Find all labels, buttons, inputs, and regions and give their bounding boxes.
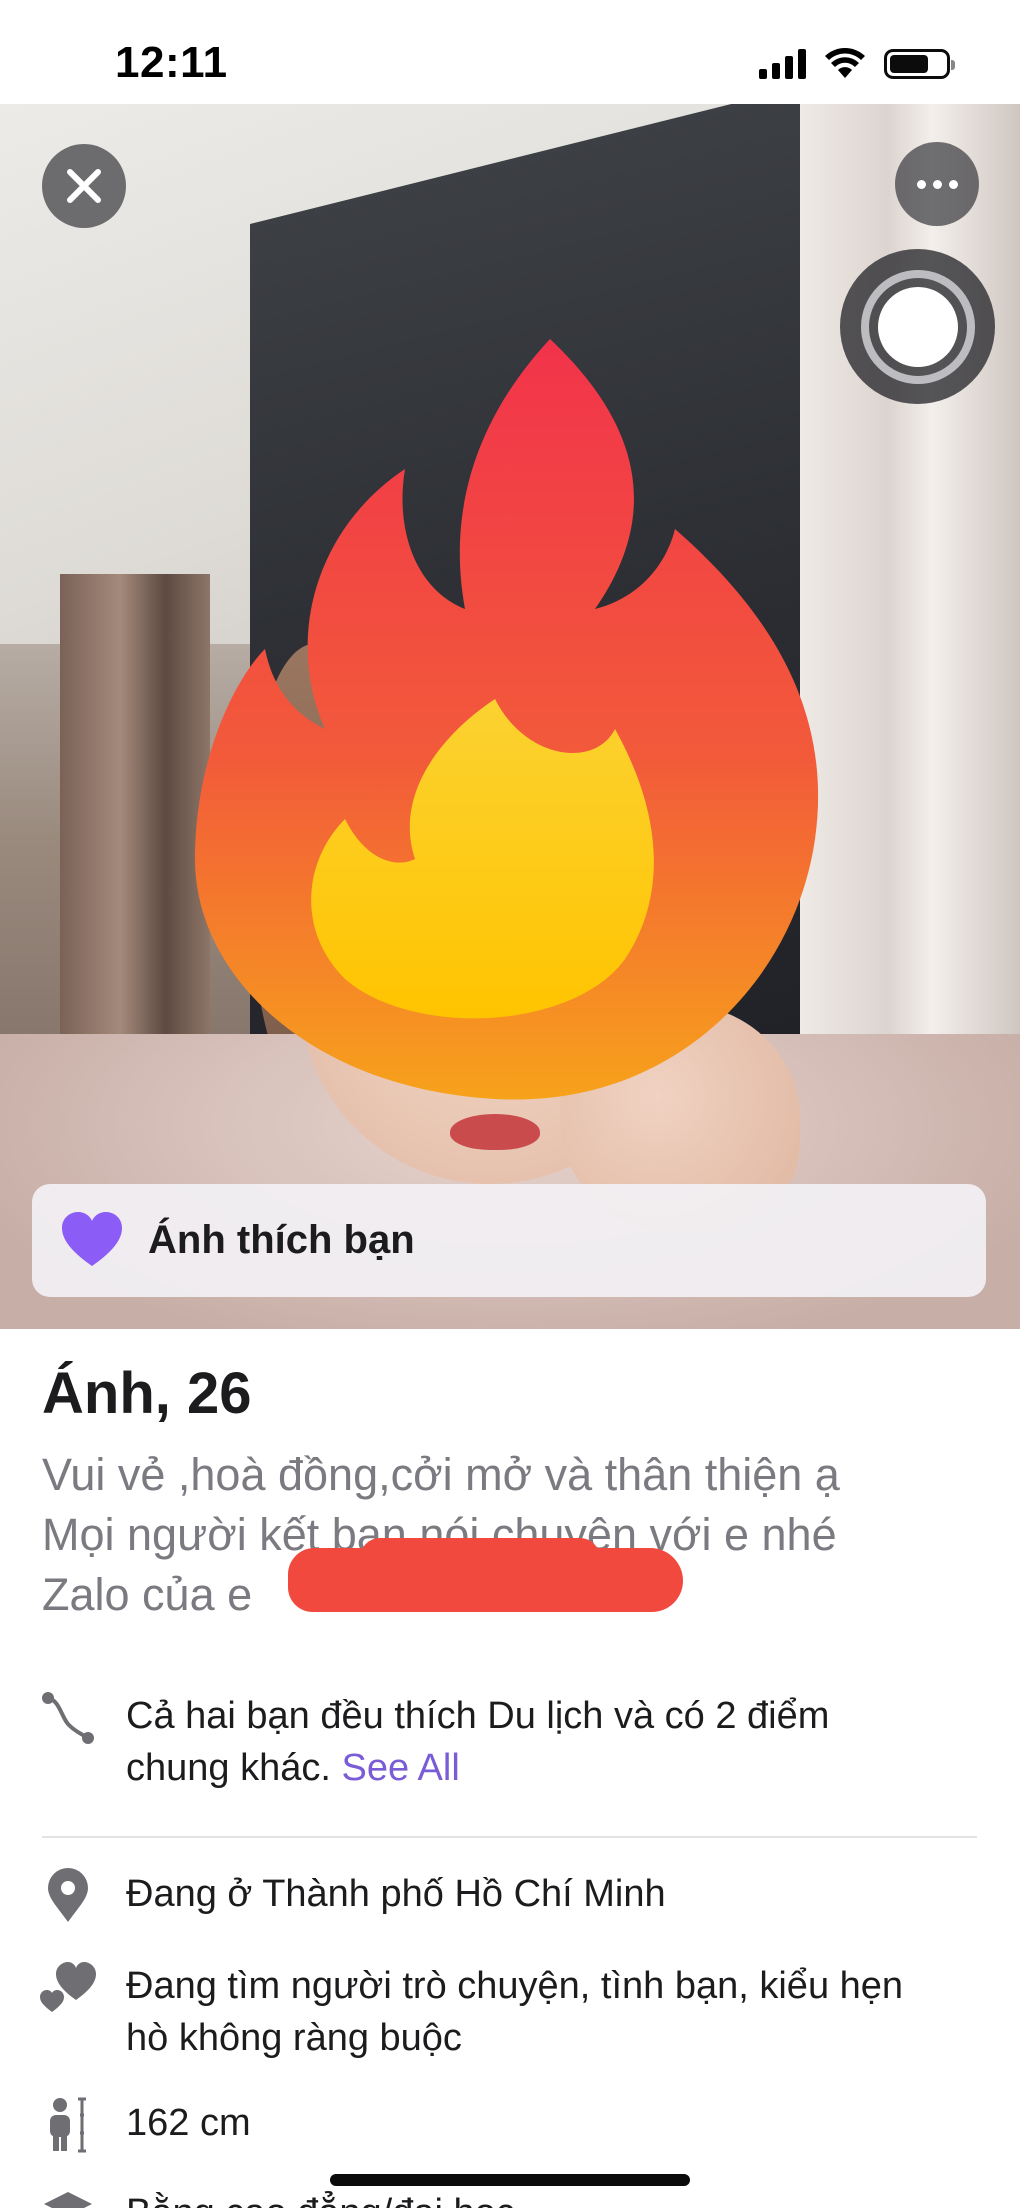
common-interests-text: Cả hai bạn đều thích Du lịch và có 2 điể…: [126, 1690, 986, 1794]
redaction-mark: [360, 1538, 600, 1578]
wifi-icon: [825, 48, 865, 78]
status-icons: [759, 48, 955, 80]
status-bar: 12:11: [0, 0, 1020, 104]
record-button[interactable]: [840, 249, 995, 404]
more-options-icon-dot: [948, 179, 958, 189]
looking-for-line: hò không ràng buộc: [126, 2017, 462, 2059]
profile-name-age: Ánh, 26: [42, 1361, 252, 1426]
profile-photo[interactable]: Ánh thích bạn: [0, 104, 1020, 1329]
height-icon: [50, 2097, 86, 2153]
looking-for-line: Đang tìm người trò chuyện, tình bạn, kiể…: [126, 1965, 904, 2007]
record-button-icon: [860, 269, 975, 384]
section-divider: [42, 1836, 977, 1838]
bio-line: Vui vẻ ,hoà đồng,cởi mở và thân thiện ạ: [42, 1449, 840, 1500]
battery-icon: [884, 49, 955, 79]
battery-level: [890, 55, 928, 73]
photo-lips: [450, 1114, 540, 1150]
more-options-button[interactable]: [895, 142, 979, 226]
like-banner-text: Ánh thích bạn: [148, 1218, 415, 1262]
fire-emoji-icon: [195, 339, 819, 1100]
location-text: Đang ở Thành phố Hồ Chí Minh: [126, 1873, 666, 1915]
cellular-signal-icon: [759, 49, 806, 79]
education-icon: [44, 2192, 92, 2208]
common-interests-line: Cả hai bạn đều thích Du lịch và có 2 điể…: [126, 1695, 830, 1737]
education-text: Bằng cao đẳng/đại học: [126, 2192, 515, 2208]
more-options-icon-dot: [916, 179, 926, 189]
common-interests-line: chung khác.: [126, 1747, 331, 1789]
home-indicator[interactable]: [330, 2174, 690, 2186]
hearts-icon: [40, 1962, 96, 2012]
height-text: 162 cm: [126, 2102, 251, 2144]
like-banner: Ánh thích bạn: [32, 1184, 986, 1297]
record-dot: [877, 286, 958, 367]
see-all-link[interactable]: See All: [341, 1747, 459, 1789]
status-time: 12:11: [115, 38, 228, 87]
close-icon: [67, 169, 101, 203]
looking-for-text: Đang tìm người trò chuyện, tình bạn, kiể…: [126, 1960, 986, 2064]
heart-icon: [62, 1212, 122, 1266]
location-pin-icon: [48, 1868, 88, 1922]
connection-icon: [42, 1692, 94, 1744]
close-button[interactable]: [42, 144, 126, 228]
more-options-icon-dot: [932, 179, 942, 189]
